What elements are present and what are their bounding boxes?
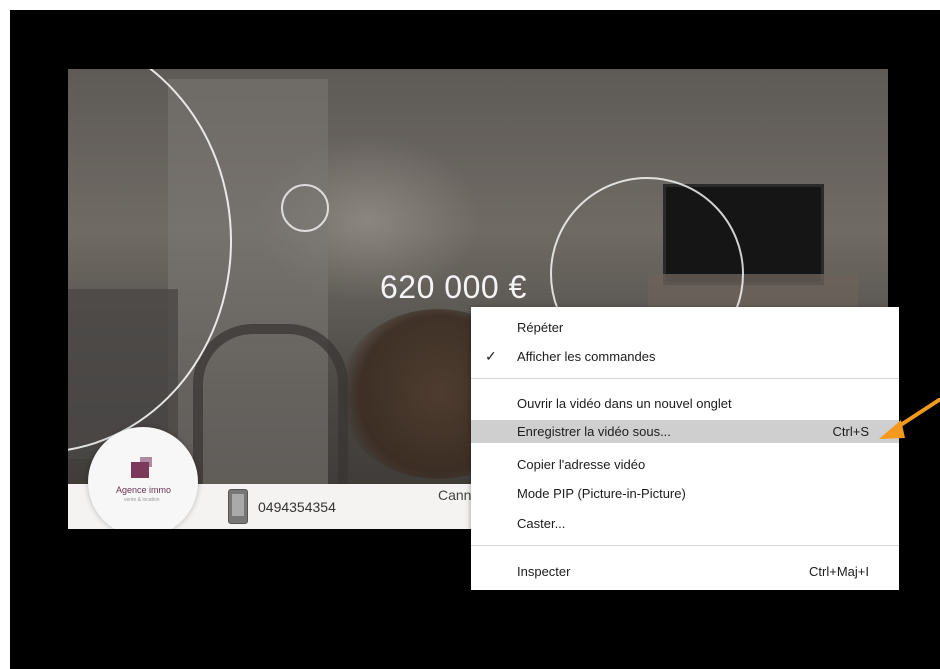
arrow-icon (879, 398, 940, 439)
agency-logo: Agence immo vente & location (88, 427, 198, 529)
menu-item-label: Ouvrir la vidéo dans un nouvel onglet (517, 396, 732, 411)
agency-logo-subtext: vente & location (124, 497, 160, 503)
menu-item-show-controls[interactable]: ✓ Afficher les commandes (471, 345, 899, 368)
context-menu: Répéter ✓ Afficher les commandes Ouvrir … (471, 307, 899, 590)
menu-item-shortcut: Ctrl+S (832, 424, 869, 439)
menu-item-label: Mode PIP (Picture-in-Picture) (517, 486, 686, 501)
menu-item-open-video-new-tab[interactable]: Ouvrir la vidéo dans un nouvel onglet (471, 392, 899, 415)
menu-item-label: Enregistrer la vidéo sous... (517, 424, 671, 439)
agency-phone-number: 0494354354 (258, 499, 336, 515)
property-price: 620 000 € (380, 269, 527, 305)
menu-item-repeat[interactable]: Répéter (471, 316, 899, 339)
menu-item-save-video-as[interactable]: Enregistrer la vidéo sous... Ctrl+S (471, 420, 899, 443)
menu-item-label: Afficher les commandes (517, 349, 656, 364)
room-chair (193, 324, 348, 509)
menu-item-inspect[interactable]: Inspecter Ctrl+Maj+I (471, 560, 899, 583)
menu-separator (471, 545, 899, 546)
menu-item-label: Copier l'adresse vidéo (517, 457, 646, 472)
menu-item-label: Caster... (517, 516, 566, 531)
check-icon: ✓ (485, 348, 497, 364)
menu-item-label: Répéter (517, 320, 564, 335)
menu-item-shortcut: Ctrl+Maj+I (809, 564, 869, 579)
agency-logo-name: Agence immo (116, 485, 172, 495)
menu-item-label: Inspecter (517, 564, 571, 579)
menu-item-picture-in-picture[interactable]: Mode PIP (Picture-in-Picture) (471, 482, 899, 505)
logo-house-icon (131, 462, 149, 478)
menu-separator (471, 378, 899, 379)
phone-icon (228, 489, 248, 524)
menu-item-copy-video-address[interactable]: Copier l'adresse vidéo (471, 453, 899, 476)
menu-item-cast[interactable]: Caster... (471, 512, 899, 535)
property-city: Cann (438, 487, 472, 503)
decor-circle-small (281, 184, 329, 232)
